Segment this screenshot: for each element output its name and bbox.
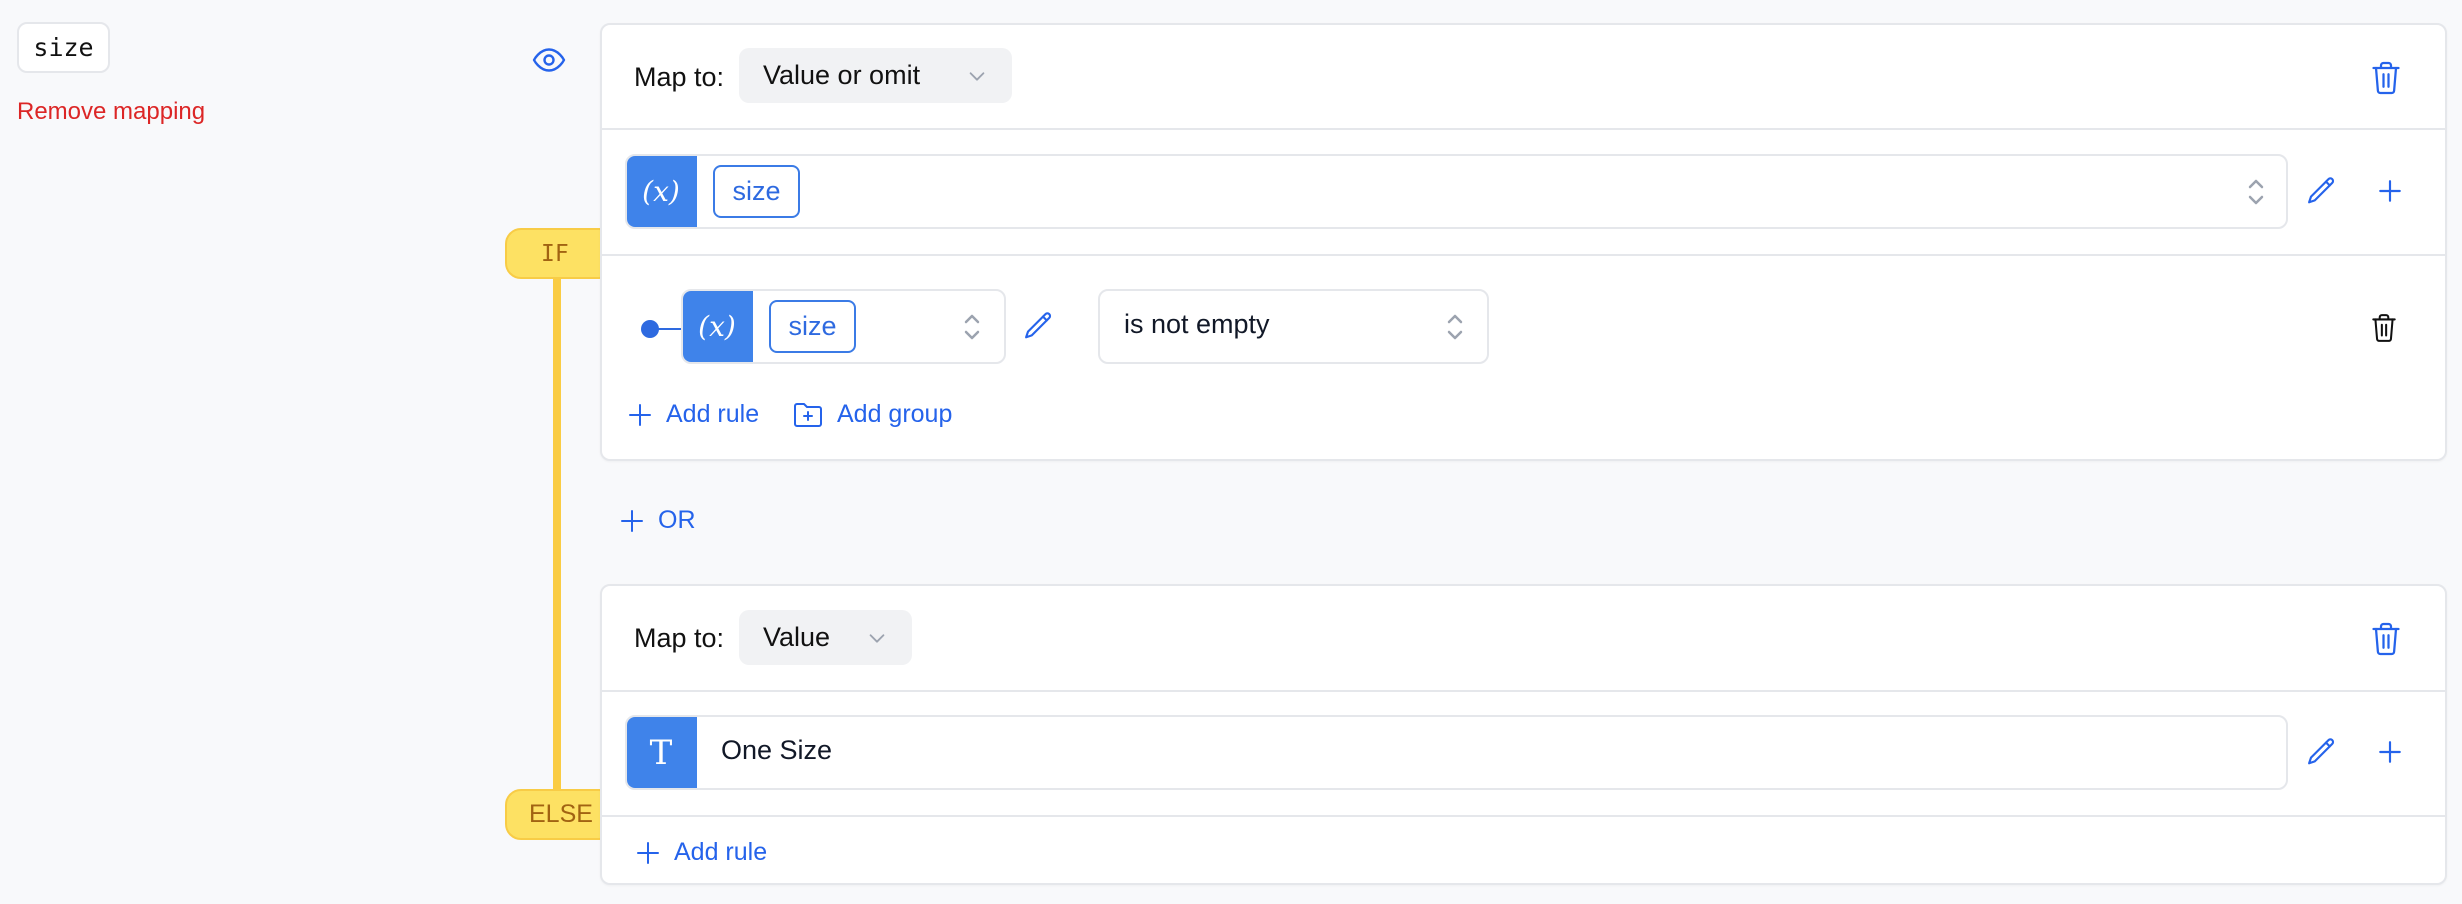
field-name-chip: size [17, 22, 110, 73]
map-to-label: Map to: [634, 623, 725, 653]
variable-icon: (x) [627, 156, 697, 227]
if-branch-card: Map to: Value or omit (x) size (x) size [600, 23, 2447, 461]
expression-input[interactable]: (x) size [625, 154, 2288, 229]
pencil-icon [2308, 177, 2335, 204]
rule-variable-input[interactable]: (x) size [681, 289, 1006, 364]
rule-operator-value: is not empty [1124, 309, 1270, 339]
add-value-button[interactable] [2373, 734, 2407, 770]
text-icon: T [627, 717, 697, 788]
variable-chip[interactable]: size [713, 165, 800, 218]
else-branch-card: Map to: Value T One Size Add rule [600, 584, 2447, 885]
variable-icon: (x) [683, 291, 753, 362]
delete-branch-button[interactable] [2371, 61, 2401, 95]
map-to-value: Value [763, 622, 831, 652]
trash-icon [2372, 61, 2400, 95]
pencil-icon [2308, 738, 2335, 765]
add-rule-label: Add rule [666, 400, 760, 428]
map-to-value: Value or omit [763, 60, 921, 90]
add-rule-label: Add rule [674, 838, 768, 866]
delete-branch-button[interactable] [2371, 622, 2401, 656]
chevron-down-icon [869, 634, 885, 643]
plus-icon [621, 509, 643, 532]
pencil-icon [1025, 312, 1052, 339]
variable-chip[interactable]: size [769, 300, 856, 353]
value-input[interactable]: T One Size [625, 715, 2288, 790]
eye-icon[interactable] [529, 42, 569, 78]
edit-rule-variable-button[interactable] [1021, 308, 1055, 344]
folder-plus-icon [794, 402, 822, 427]
edit-expression-button[interactable] [2304, 173, 2338, 209]
add-rule-button[interactable]: Add rule [628, 400, 759, 429]
add-or-branch-button[interactable]: OR [620, 506, 696, 535]
rule-connector-line [657, 328, 683, 330]
map-to-dropdown[interactable]: Value or omit [739, 48, 1012, 103]
divider [602, 254, 2445, 256]
else-badge: ELSE [505, 789, 615, 840]
add-group-button[interactable]: Add group [793, 400, 952, 429]
divider [602, 690, 2445, 692]
plus-icon [629, 403, 651, 426]
plus-icon [637, 841, 659, 864]
updown-chevron-icon [2248, 179, 2264, 205]
chevron-down-icon [969, 72, 985, 81]
edit-value-button[interactable] [2304, 734, 2338, 770]
branch-connector-line [553, 270, 561, 800]
updown-chevron-icon [1447, 314, 1463, 340]
if-badge: IF [505, 228, 615, 279]
add-rule-button[interactable]: Add rule [636, 838, 767, 867]
divider [602, 128, 2445, 130]
value-text: One Size [721, 735, 833, 765]
trash-icon [2372, 314, 2396, 342]
add-group-label: Add group [837, 400, 953, 428]
or-label: OR [658, 506, 696, 534]
remove-mapping-link[interactable]: Remove mapping [17, 98, 205, 126]
map-to-dropdown[interactable]: Value [739, 610, 912, 665]
trash-icon [2372, 622, 2400, 656]
updown-chevron-icon [964, 314, 980, 340]
add-expression-button[interactable] [2373, 173, 2407, 209]
map-to-label: Map to: [634, 62, 725, 92]
plus-icon [2379, 741, 2401, 763]
delete-rule-button[interactable] [2367, 310, 2401, 346]
rule-operator-select[interactable]: is not empty [1098, 289, 1489, 364]
plus-icon [2379, 180, 2401, 202]
divider [602, 815, 2445, 817]
